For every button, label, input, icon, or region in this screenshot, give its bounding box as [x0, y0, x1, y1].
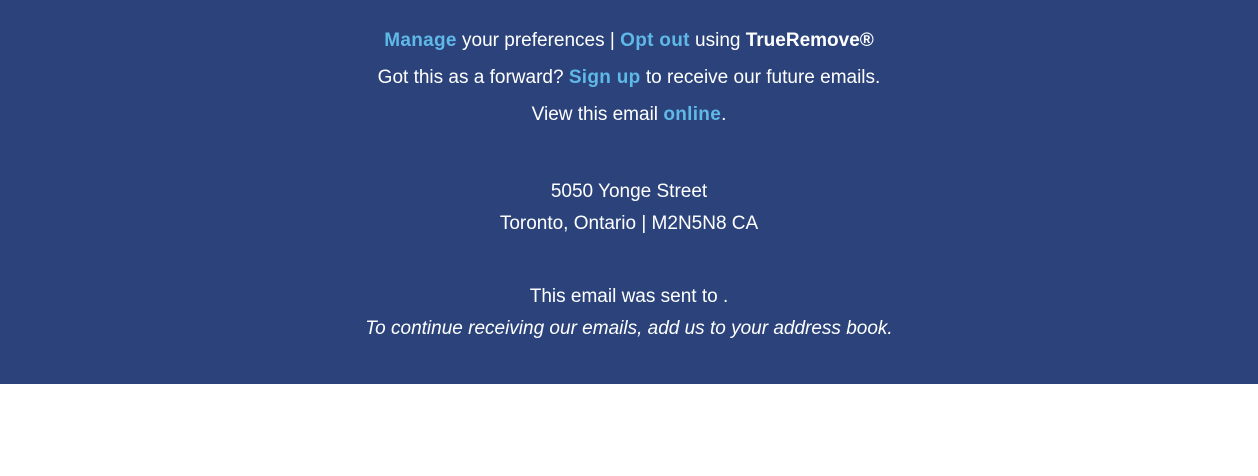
view-online-link[interactable]: online: [663, 104, 721, 125]
manage-preferences-link[interactable]: Manage: [384, 30, 457, 51]
view-online-prefix-text: View this email: [531, 104, 664, 125]
preferences-line: Manage your preferences | Opt out using …: [0, 29, 1258, 53]
opt-out-link[interactable]: Opt out: [620, 30, 690, 51]
sign-up-link[interactable]: Sign up: [569, 67, 641, 88]
trueremove-brand: TrueRemove®: [745, 30, 874, 51]
view-online-suffix-text: .: [721, 104, 727, 125]
email-footer: Manage your preferences | Opt out using …: [0, 0, 1258, 384]
sent-to-text: This email was sent to .: [529, 286, 729, 307]
blank-area: [0, 384, 1258, 476]
preferences-text: your preferences |: [456, 30, 621, 51]
forward-prefix-text: Got this as a forward?: [377, 67, 569, 88]
address-city: Toronto, Ontario | M2N5N8 CA: [499, 213, 759, 234]
forward-line: Got this as a forward? Sign up to receiv…: [0, 66, 1258, 90]
using-text: using: [689, 30, 746, 51]
view-online-line: View this email online.: [0, 103, 1258, 127]
address-street: 5050 Yonge Street: [550, 181, 708, 202]
forward-suffix-text: to receive our future emails.: [640, 67, 881, 88]
address-book-note: To continue receiving our emails, add us…: [365, 318, 893, 339]
